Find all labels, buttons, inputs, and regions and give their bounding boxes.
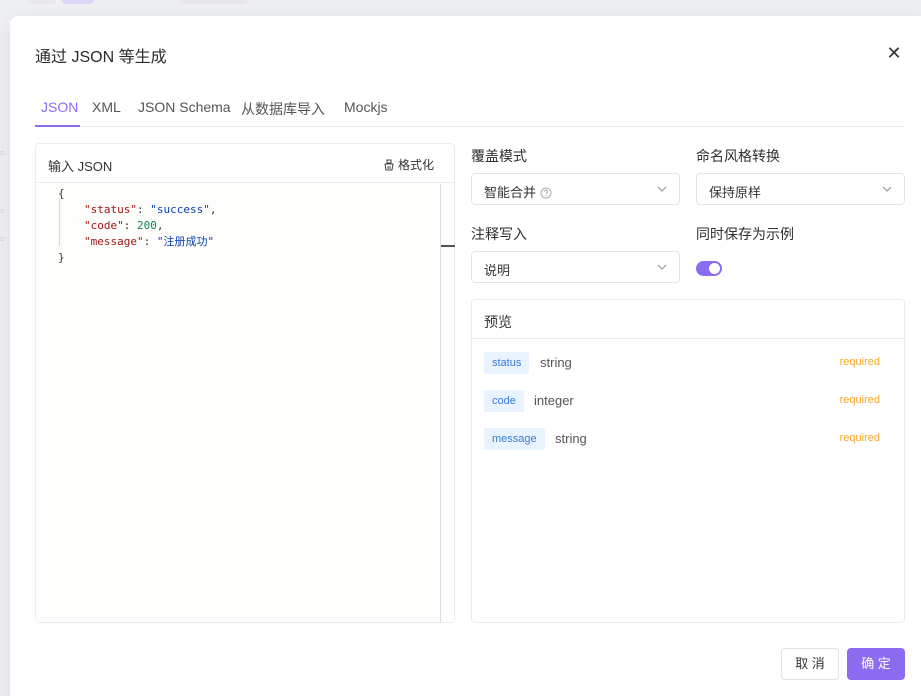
background-pill <box>180 0 248 4</box>
chevron-down-icon <box>657 186 667 192</box>
save-as-example-toggle[interactable] <box>696 261 722 276</box>
code-line: "message": "注册成功" <box>84 234 214 250</box>
property-name-tag: code <box>484 390 524 412</box>
json-value: "success" <box>150 203 210 216</box>
required-label: required <box>839 394 880 406</box>
json-key: "code" <box>84 219 124 232</box>
property-row: status string required <box>484 352 892 374</box>
tab-import-from-database[interactable]: 从数据库导入 <box>241 99 325 119</box>
background-glyph: ▫ <box>0 145 5 160</box>
code-line: { <box>58 187 65 200</box>
json-value: "注册成功" <box>156 235 215 248</box>
format-button[interactable]: 格式化 <box>383 156 434 173</box>
background-pill <box>28 0 56 4</box>
indent-guide <box>59 198 60 246</box>
required-label: required <box>839 432 880 444</box>
editor-title: 输入 JSON <box>48 159 113 174</box>
json-sep: : <box>143 235 157 248</box>
comment-write-select[interactable]: 说明 <box>471 251 680 283</box>
override-mode-value: 智能合并 <box>484 182 552 201</box>
background-pill <box>62 0 94 4</box>
editor-scrollbar[interactable] <box>440 184 455 622</box>
modal-title: 通过 JSON 等生成 <box>35 49 167 66</box>
preview-header: 预览 <box>472 300 904 339</box>
property-type: integer <box>534 393 574 408</box>
save-as-example-label: 同时保存为示例 <box>696 226 794 242</box>
property-name-tag: status <box>484 352 530 374</box>
tab-json-schema[interactable]: JSON Schema <box>138 99 231 115</box>
background-glyph: ▫ <box>0 203 5 218</box>
json-key: "message" <box>84 235 144 248</box>
naming-style-select[interactable]: 保持原样 <box>696 173 905 205</box>
comment-write-label: 注释写入 <box>471 226 527 242</box>
tab-xml[interactable]: XML <box>92 99 121 115</box>
json-sep: : <box>136 203 151 216</box>
property-name-tag: message <box>484 428 545 450</box>
toggle-knob <box>709 263 720 274</box>
override-mode-select[interactable]: 智能合并 <box>471 173 680 205</box>
scroll-marker <box>441 245 455 247</box>
background-glyph: ▫ <box>0 231 5 246</box>
override-mode-value-text: 智能合并 <box>484 185 537 200</box>
cancel-button[interactable]: 取 消 <box>781 648 839 680</box>
json-input-panel: 输入 JSON 格式化 { "status": "success", "code… <box>35 143 455 623</box>
override-mode-label: 覆盖模式 <box>471 148 527 164</box>
active-tab-indicator <box>35 125 80 127</box>
json-value: 200 <box>137 219 157 232</box>
json-sep: : <box>123 219 137 232</box>
json-trail: , <box>156 219 164 232</box>
comment-write-value: 说明 <box>484 263 511 278</box>
import-tabs: JSON XML JSON Schema 从数据库导入 Mockjs <box>35 97 905 127</box>
property-type: string <box>540 355 572 370</box>
chevron-down-icon <box>882 186 892 192</box>
question-circle-icon <box>540 187 552 199</box>
code-line: "code": 200, <box>84 218 164 234</box>
json-key: "status" <box>84 203 137 216</box>
broom-icon <box>384 159 394 171</box>
preview-title: 预览 <box>484 314 512 330</box>
generate-from-json-modal: 通过 JSON 等生成 ✕ JSON XML JSON Schema 从数据库导… <box>10 16 921 696</box>
code-line: } <box>58 251 65 264</box>
naming-style-value: 保持原样 <box>709 185 762 200</box>
json-trail: , <box>209 203 217 216</box>
required-label: required <box>839 356 880 368</box>
code-editor[interactable]: { "status": "success", "code": 200, "mes… <box>36 184 440 622</box>
editor-header: 输入 JSON 格式化 <box>36 144 454 183</box>
chevron-down-icon <box>657 264 667 270</box>
format-button-label: 格式化 <box>397 158 434 172</box>
tab-json[interactable]: JSON <box>41 99 78 115</box>
property-row: message string required <box>484 428 892 450</box>
code-line: "status": "success", <box>84 202 216 218</box>
tab-mockjs[interactable]: Mockjs <box>344 99 388 115</box>
property-type: string <box>555 431 587 446</box>
preview-panel: 预览 status string required code integer r… <box>471 299 905 623</box>
property-row: code integer required <box>484 390 892 412</box>
close-icon[interactable]: ✕ <box>884 43 904 63</box>
naming-style-label: 命名风格转换 <box>696 148 780 164</box>
confirm-button[interactable]: 确 定 <box>847 648 905 680</box>
